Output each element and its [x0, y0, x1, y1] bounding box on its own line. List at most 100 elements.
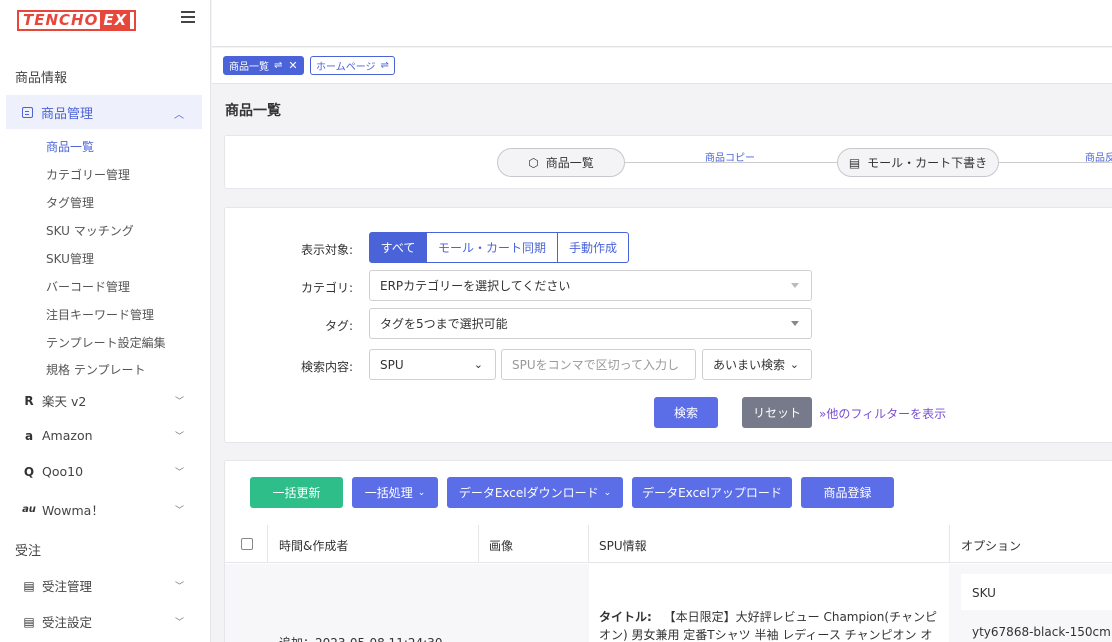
search-content-label: 検索内容:	[301, 360, 354, 374]
submenu-barcode[interactable]: バーコード管理	[46, 278, 130, 295]
sidebar-item-order-settings[interactable]: ▤ 受注設定 ﹀	[22, 612, 192, 631]
workflow-steps: ⬡ 商品一覧 商品コピー ▤ モール・カート下書き 商品反	[224, 135, 1112, 189]
logo-text-left: TENCHO	[23, 11, 99, 29]
sidebar-item-order-management[interactable]: ▤ 受注管理 ﹀	[22, 576, 192, 595]
column-header-image: 画像	[489, 539, 514, 553]
sku-header: SKU	[972, 586, 996, 600]
sidebar-item-label: Qoo10	[42, 464, 84, 479]
step-link-reflect[interactable]: 商品反	[1085, 149, 1112, 164]
submenu-template[interactable]: テンプレート設定編集	[46, 334, 166, 351]
sku-value: yty67868-black-150cm	[972, 625, 1111, 639]
sidebar-item-label: 商品管理	[41, 106, 94, 122]
button-label: 一括処理	[364, 486, 413, 500]
excel-download-button[interactable]: データExcelダウンロード ⌄	[447, 477, 623, 508]
sidebar-item-label: 楽天 v2	[42, 394, 87, 409]
title-label: タイトル:	[599, 610, 652, 624]
toggle-all[interactable]: すべて	[369, 232, 427, 263]
search-input[interactable]: SPUをコンマで区切って入力し	[501, 349, 696, 380]
display-target-toggle: すべて モール・カート同期 手動作成	[369, 232, 629, 263]
search-mode-select[interactable]: あいまい検索 ⌄	[702, 349, 812, 380]
wowma-icon: au	[22, 504, 36, 515]
table-row[interactable]: 追加：2023-05-08 11:24:30 タイトル: 【本日限定】大好評レビ…	[225, 564, 1112, 642]
chevron-down-icon: ⌄	[789, 358, 799, 371]
search-button[interactable]: 検索	[654, 397, 718, 428]
sidebar-item-product-management[interactable]: 商品管理 ︿	[6, 95, 202, 129]
title-line-2: オン) 男女兼用 定番Tシャツ 半袖 レディース チャンピオン オ	[599, 628, 933, 642]
qoo10-icon: Q	[23, 464, 35, 479]
chevron-down-icon: ⌄	[473, 358, 483, 371]
submenu-keyword[interactable]: 注目キーワード管理	[46, 306, 154, 323]
submenu-product-list[interactable]: 商品一覧	[46, 138, 94, 155]
submenu-category[interactable]: カテゴリー管理	[46, 166, 130, 183]
sidebar-item-rakuten[interactable]: R 楽天 v2 ﹀	[22, 391, 192, 410]
step-product-list[interactable]: ⬡ 商品一覧	[497, 148, 625, 177]
tab-bar: 商品一覧 ⇌ ✕ ホームページ ⇌	[212, 48, 1112, 84]
step-mall-draft[interactable]: ▤ モール・カート下書き	[837, 148, 999, 177]
category-select[interactable]: ERPカテゴリーを選択してください	[369, 270, 812, 301]
column-header-option: オプション	[961, 539, 1022, 553]
reset-button[interactable]: リセット	[742, 397, 812, 428]
button-label: データExcelダウンロード	[458, 486, 599, 500]
swap-icon: ⇌	[380, 60, 389, 71]
column-header-spu: SPU情報	[599, 539, 647, 553]
search-placeholder: SPUをコンマで区切って入力し	[512, 358, 680, 372]
title-line-1: 【本日限定】大好評レビュー Champion(チャンピ	[663, 610, 937, 624]
chevron-down-icon: ﹀	[174, 432, 184, 442]
tag-select[interactable]: タグを5つまで選択可能	[369, 308, 812, 339]
chevron-down-icon: ﹀	[174, 397, 184, 407]
product-list-panel: 一括更新 一括処理 ⌄ データExcelダウンロード ⌄ データExcelアップロー…	[224, 460, 1112, 642]
tab-homepage[interactable]: ホームページ ⇌	[310, 56, 395, 75]
display-target-label: 表示対象:	[301, 243, 354, 257]
sidebar-item-wowma[interactable]: au Wowma！ ﹀	[22, 500, 192, 519]
table-header: 時間&作成者 画像 SPU情報 オプション	[225, 525, 1112, 563]
tab-product-list[interactable]: 商品一覧 ⇌ ✕	[223, 56, 304, 75]
submenu-spec-template[interactable]: 規格 テンプレート	[46, 361, 145, 378]
step-label: 商品一覧	[545, 156, 594, 170]
bulk-update-button[interactable]: 一括更新	[250, 477, 343, 508]
toggle-manual[interactable]: 手動作成	[557, 232, 629, 263]
column-divider	[478, 525, 479, 563]
submenu-sku[interactable]: SKU管理	[46, 250, 94, 267]
more-filters-link[interactable]: »他のフィルターを表示	[819, 405, 946, 422]
logo-text-right: EX	[100, 11, 131, 29]
sidebar-item-label: Amazon	[42, 428, 93, 443]
tab-label: ホームページ	[316, 62, 376, 73]
amazon-icon: a	[24, 428, 34, 443]
register-product-button[interactable]: 商品登録	[801, 477, 894, 508]
toggle-mall-sync[interactable]: モール・カート同期	[426, 232, 558, 263]
brand-logo[interactable]: TENCHO EX	[17, 9, 137, 31]
row-time: 追加：2023-05-08 11:24:30	[279, 634, 442, 642]
excel-upload-button[interactable]: データExcelアップロード	[632, 477, 792, 508]
close-icon[interactable]: ✕	[288, 59, 297, 72]
tag-label: タグ:	[325, 319, 354, 333]
submenu-sku-matching[interactable]: SKU マッチング	[46, 222, 134, 239]
chevron-down-icon: ⌄	[417, 487, 426, 498]
rakuten-icon: R	[24, 393, 34, 408]
row-title: タイトル: 【本日限定】大好評レビュー Champion(チャンピ オン) 男女…	[599, 608, 944, 642]
sidebar-item-amazon[interactable]: a Amazon ﹀	[22, 428, 192, 443]
search-mode-value: あいまい検索	[713, 358, 786, 372]
chevron-down-icon: ﹀	[174, 582, 184, 592]
submenu-tag[interactable]: タグ管理	[46, 194, 94, 211]
category-placeholder: ERPカテゴリーを選択してください	[380, 279, 571, 293]
column-divider	[267, 525, 268, 563]
category-label: カテゴリ:	[301, 281, 354, 295]
step-label: モール・カート下書き	[867, 156, 988, 170]
section-title-order: 受注	[15, 544, 42, 559]
filter-panel: 表示対象: すべて モール・カート同期 手動作成 カテゴリ: ERPカテゴリーを…	[224, 207, 1112, 443]
top-header	[212, 0, 1112, 47]
clipboard-icon: ▤	[23, 578, 35, 593]
select-all-checkbox[interactable]	[241, 538, 253, 550]
sidebar-item-label: Wowma！	[42, 503, 104, 518]
sidebar-item-qoo10[interactable]: Q Qoo10 ﹀	[22, 464, 192, 479]
caret-down-icon	[791, 321, 799, 326]
chevron-down-icon: ⌄	[603, 487, 612, 498]
chevron-up-icon: ︿	[174, 110, 184, 121]
page-title: 商品一覧	[225, 103, 281, 119]
step-link-copy[interactable]: 商品コピー	[705, 149, 755, 164]
tab-label: 商品一覧	[229, 62, 269, 73]
bulk-process-button[interactable]: 一括処理 ⌄	[352, 477, 438, 508]
search-field-select[interactable]: SPU ⌄	[369, 349, 496, 380]
menu-toggle-icon[interactable]	[181, 11, 195, 23]
tag-placeholder: タグを5つまで選択可能	[380, 317, 508, 331]
